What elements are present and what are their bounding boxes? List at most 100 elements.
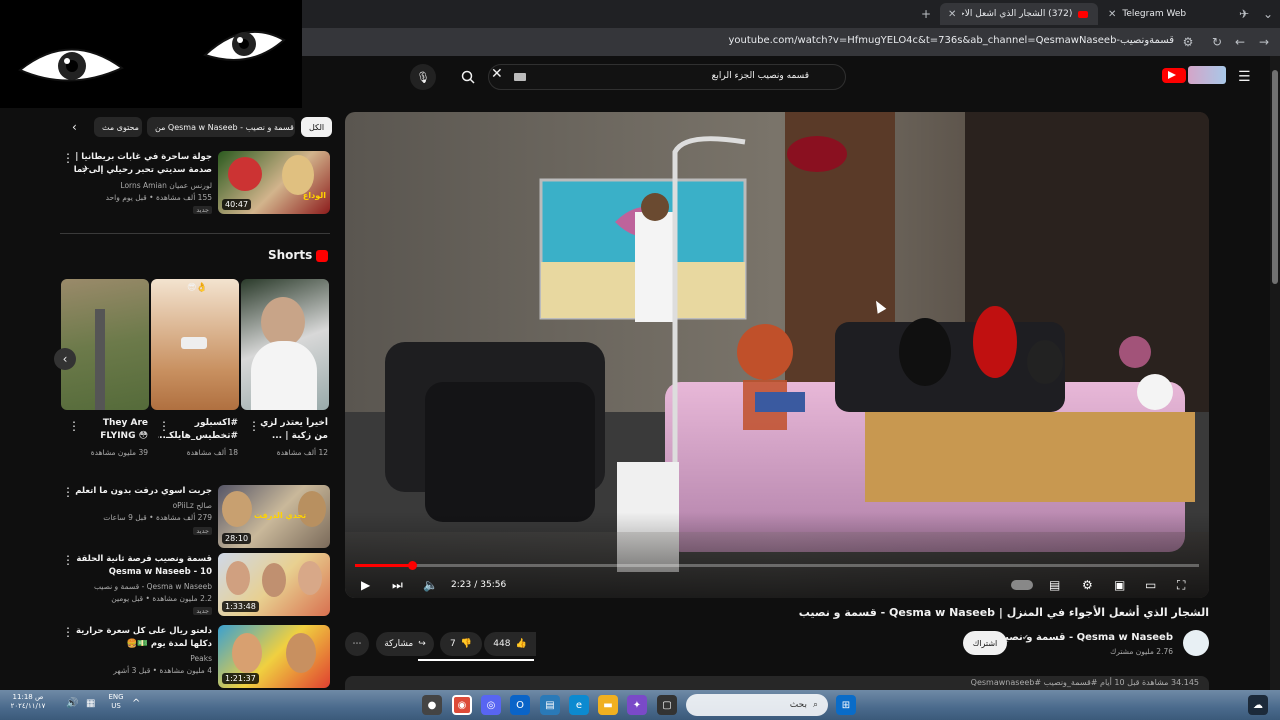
scrollbar-thumb[interactable] bbox=[1272, 70, 1278, 284]
new-tab-icon[interactable]: + bbox=[918, 6, 934, 22]
autoplay-toggle[interactable] bbox=[1011, 574, 1033, 596]
video-thumbnail[interactable]: 1:33:48 bbox=[218, 553, 330, 616]
file-explorer-icon[interactable]: ▬ bbox=[598, 695, 618, 715]
chevron-up-icon[interactable]: ^ bbox=[132, 698, 140, 709]
channel-name[interactable]: لورنس عميان Lorns Amian bbox=[72, 180, 212, 191]
thumbnail-caption: تحدي الدرفت bbox=[254, 511, 307, 520]
more-options-icon[interactable]: ⋮ bbox=[62, 625, 74, 639]
app-icon[interactable]: ✦ bbox=[627, 695, 647, 715]
list-item[interactable]: تحدي الدرفت 28:10 جربت اسوي درفت بدون ما… bbox=[60, 485, 330, 548]
clock[interactable]: ص 11:18 ٢٠٢٤/١١/١٧ bbox=[8, 693, 48, 711]
tab-search-icon[interactable]: ⌄ bbox=[1260, 6, 1276, 22]
search-input[interactable]: قسمه ونصيب الجزء الرابع bbox=[712, 71, 809, 81]
tab-telegram[interactable]: ✕ Telegram Web bbox=[1100, 3, 1234, 25]
chip-all[interactable]: الكل bbox=[301, 117, 333, 137]
video-thumbnail[interactable]: تحدي الدرفت 28:10 bbox=[218, 485, 330, 548]
outlook-app-icon[interactable]: O bbox=[510, 695, 530, 715]
short-thumbnail[interactable] bbox=[61, 279, 149, 410]
chrome-app-icon[interactable]: ◉ bbox=[452, 695, 472, 715]
url-text[interactable]: youtube.com/watch?v=HfmugYELO4c&t=736s&a… bbox=[729, 35, 1175, 46]
person-image bbox=[261, 297, 305, 347]
keyboard-icon[interactable] bbox=[514, 73, 526, 81]
video-title[interactable]: جربت اسوي درفت بدون ما اتعلم شي! bbox=[72, 485, 212, 498]
video-title[interactable]: جولة ساحرة في غابات بريطانيا | صدمة سديت… bbox=[72, 151, 212, 178]
list-item[interactable]: الوداع 40:47 جولة ساحرة في غابات بريطاني… bbox=[60, 151, 330, 217]
settings-button[interactable]: ⚙ bbox=[1082, 574, 1093, 596]
close-icon[interactable]: ✕ bbox=[948, 9, 956, 20]
clear-search-icon[interactable]: ✕ bbox=[491, 66, 503, 82]
shorts-prev-button[interactable]: ‹ bbox=[54, 348, 76, 370]
mute-button[interactable]: 🔈 bbox=[423, 574, 438, 596]
tab-youtube[interactable]: ✕ (372) الشجار الذي أشعل الأجواء في bbox=[940, 3, 1098, 25]
next-button[interactable]: ⏭ bbox=[392, 574, 403, 596]
voice-search-button[interactable]: 🎙 bbox=[410, 64, 436, 90]
more-options-icon[interactable]: ⋮ bbox=[62, 151, 74, 165]
progress-scrubber[interactable] bbox=[408, 561, 417, 570]
progress-bar[interactable] bbox=[355, 564, 1199, 567]
channel-name[interactable]: Peaks bbox=[72, 653, 212, 664]
edge-app-icon[interactable]: e bbox=[569, 695, 589, 715]
obs-app-icon[interactable]: ● bbox=[422, 695, 442, 715]
theater-icon: ▭ bbox=[1145, 578, 1157, 592]
telegram-tab-icon: ✈ bbox=[1238, 7, 1250, 21]
close-icon[interactable]: ✕ bbox=[1108, 9, 1116, 20]
discord-app-icon[interactable]: ◎ bbox=[481, 695, 501, 715]
site-settings-icon[interactable]: ⚙ bbox=[1180, 34, 1196, 50]
menu-icon[interactable]: ☰ bbox=[1238, 69, 1251, 85]
theater-button[interactable]: ▭ bbox=[1145, 574, 1156, 596]
video-meta: 279 ألف مشاهدة • قبل 9 ساعات bbox=[103, 513, 212, 522]
video-thumbnail[interactable]: 1:21:37 bbox=[218, 625, 330, 688]
channel-name[interactable]: Qesma w Naseeb - قسمة و نصيب bbox=[72, 581, 212, 592]
short-thumbnail[interactable] bbox=[241, 279, 329, 410]
list-item[interactable]: 1:21:37 دلعتو ريال على كل سعرة حرارية دك… bbox=[60, 625, 330, 688]
task-view-icon[interactable]: ▢ bbox=[657, 695, 677, 715]
underline bbox=[418, 659, 534, 661]
play-button[interactable]: ▶ bbox=[361, 574, 370, 596]
search-box[interactable]: قسمه ونصيب الجزء الرابع bbox=[488, 64, 846, 90]
taskbar-search[interactable]: ⌕ بحث bbox=[686, 694, 828, 716]
short-title[interactable]: #اكسبلور #تخطيس_هايلكـ... bbox=[158, 417, 238, 443]
more-options-icon[interactable]: ⋮ bbox=[68, 419, 80, 433]
description-preview[interactable]: 34.145 مشاهدة قبل 10 أيام #قسمة_ونصيب #Q… bbox=[345, 676, 1209, 690]
more-options-icon[interactable]: ⋮ bbox=[62, 553, 74, 567]
widgets-icon[interactable]: ☁ bbox=[1248, 695, 1268, 715]
forward-icon[interactable]: ← bbox=[1232, 34, 1248, 50]
search-button[interactable] bbox=[455, 64, 481, 90]
channel-avatar[interactable] bbox=[1183, 630, 1209, 656]
list-item[interactable]: 1:33:48 قسمة ونصيب فرصة ثانية الحلقة 10 … bbox=[60, 553, 330, 616]
eyes-drawing bbox=[18, 26, 287, 82]
clock-time: ص 11:18 bbox=[12, 693, 44, 701]
video-thumbnail[interactable]: الوداع 40:47 bbox=[218, 151, 330, 214]
address-bar[interactable]: youtube.com/watch?v=HfmugYELO4c&t=736s&a… bbox=[300, 28, 1280, 56]
subscribe-button[interactable]: اشتراك bbox=[963, 631, 1007, 655]
channel-name[interactable]: صالح oPiiLz bbox=[72, 500, 212, 511]
short-title[interactable]: They Are FLYING 😳 bbox=[68, 417, 148, 443]
back-icon[interactable]: → bbox=[1256, 34, 1272, 50]
short-title[interactable]: أخيراً يعتذر لزي من زكية | ... bbox=[248, 417, 328, 443]
fullscreen-button[interactable]: ⛶ bbox=[1177, 574, 1185, 596]
chevron-left-icon[interactable]: ‹ bbox=[72, 120, 77, 134]
chip-related[interactable]: محتوى مث bbox=[94, 117, 142, 137]
video-title[interactable]: دلعتو ريال على كل سعرة حرارية دكلها لمدة… bbox=[72, 625, 212, 651]
reload-icon[interactable]: ↻ bbox=[1209, 34, 1225, 50]
video-title[interactable]: قسمة ونصيب فرصة ثانية الحلقة 10 - Qesma … bbox=[72, 553, 212, 579]
more-options-icon[interactable]: ⋮ bbox=[248, 419, 260, 433]
volume-icon[interactable]: 🔊 bbox=[66, 698, 78, 709]
network-icon[interactable]: ▦ bbox=[86, 698, 95, 709]
subtitles-button[interactable]: ▤ bbox=[1049, 574, 1060, 596]
more-options-icon[interactable]: ⋮ bbox=[158, 419, 170, 433]
video-player[interactable]: ▶ ⏭ 🔈 2:23 / 35:56 ▤ ⚙ ▣ ▭ ⛶ bbox=[345, 112, 1209, 598]
dislike-button[interactable]: 7 👎 bbox=[440, 632, 482, 656]
chip-from-channel[interactable]: من Qesma w Naseeb - قسمة و نصيب bbox=[147, 117, 295, 137]
miniplayer-button[interactable]: ▣ bbox=[1114, 574, 1125, 596]
person-image bbox=[298, 491, 326, 527]
short-thumbnail[interactable]: 😎👌 bbox=[151, 279, 239, 410]
start-menu-icon[interactable]: ⊞ bbox=[836, 695, 856, 715]
like-button[interactable]: 448 👍 bbox=[484, 632, 536, 656]
app-icon[interactable]: ▤ bbox=[540, 695, 560, 715]
share-button[interactable]: مشاركة ↪ bbox=[376, 632, 434, 656]
shorts-section-title: Shorts bbox=[268, 248, 313, 262]
language-indicator[interactable]: ENG US bbox=[106, 693, 126, 711]
more-actions-button[interactable]: ⋯ bbox=[345, 632, 369, 656]
more-options-icon[interactable]: ⋮ bbox=[62, 485, 74, 499]
